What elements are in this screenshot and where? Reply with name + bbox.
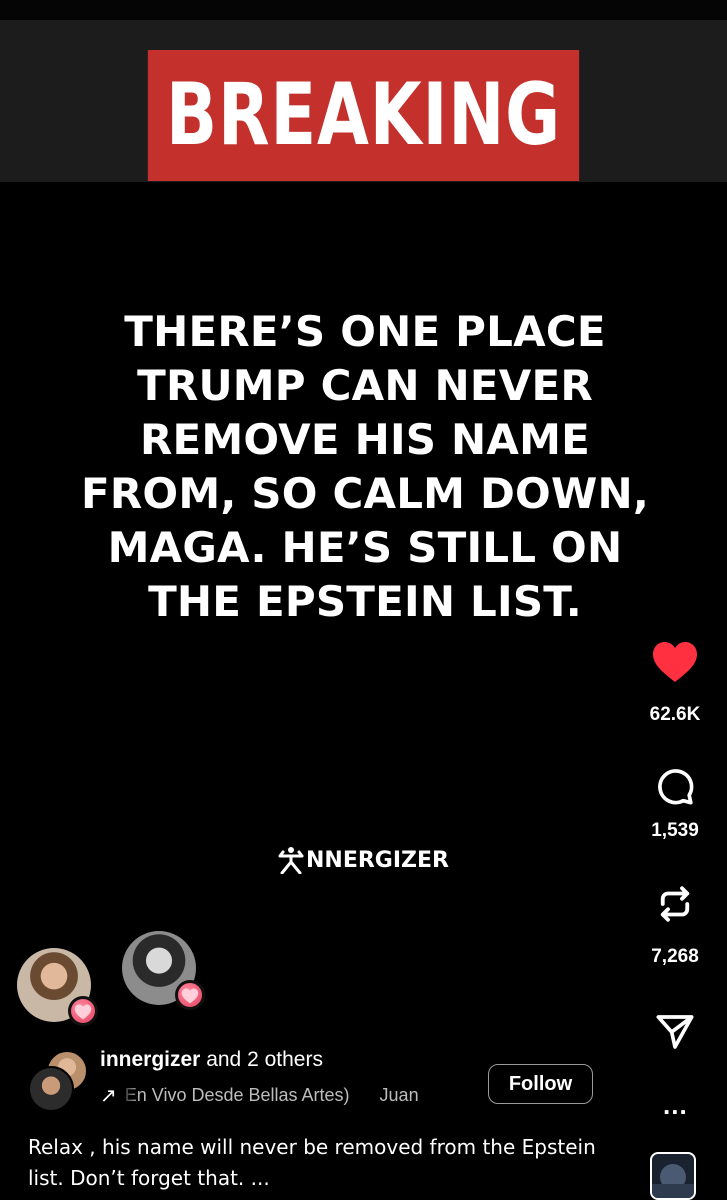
breaking-banner: BREAKING	[147, 50, 580, 181]
headline-line: FROM, SO CALM DOWN,	[81, 469, 649, 518]
audio-info[interactable]: ↗ En Vivo Desde Bellas Artes) Juan	[100, 1082, 475, 1108]
headline-line: REMOVE HIS NAME	[139, 415, 590, 464]
audio-artist[interactable]: Juan	[380, 1085, 419, 1106]
audio-fade-left	[118, 1082, 140, 1108]
headline-line: THERE’S ONE PLACE	[124, 307, 606, 356]
repost-icon[interactable]	[654, 882, 696, 926]
comment-icon[interactable]	[655, 766, 695, 806]
headline-line: MAGA. HE’S STILL ON	[107, 523, 623, 572]
comment-count: 1,539	[651, 820, 699, 841]
repost-action[interactable]: 7,268	[625, 882, 725, 968]
audio-fade-right	[448, 1082, 478, 1108]
more-options-icon[interactable]: ...	[663, 1090, 688, 1121]
repost-count: 7,268	[651, 946, 699, 967]
watermark-text: NNERGIZER	[306, 847, 449, 873]
comment-action[interactable]: 1,539	[625, 766, 725, 842]
liked-by-rest: and 2 others	[200, 1048, 323, 1071]
audio-thumbnail[interactable]	[650, 1152, 696, 1200]
post-headline: THERE’S ONE PLACE TRUMP CAN NEVER REMOVE…	[40, 305, 690, 629]
heart-badge-icon	[68, 996, 98, 1026]
status-strip	[0, 0, 727, 20]
share-action[interactable]	[625, 1012, 725, 1052]
heart-icon[interactable]	[651, 640, 699, 684]
liked-by-line[interactable]: innergizer and 2 others	[100, 1048, 323, 1072]
author-username[interactable]: innergizer	[100, 1048, 200, 1071]
headline-line: THE EPSTEIN LIST.	[148, 577, 582, 626]
heart-badge-icon	[175, 980, 205, 1010]
audio-arrow-icon: ↗	[100, 1084, 117, 1107]
innergizer-logo-icon	[278, 847, 304, 874]
headline-line: TRUMP CAN NEVER	[137, 361, 593, 410]
audio-title[interactable]: En Vivo Desde Bellas Artes)	[125, 1085, 350, 1106]
follow-button[interactable]: Follow	[488, 1064, 593, 1104]
author-avatar[interactable]	[28, 1066, 74, 1112]
like-action[interactable]: 62.6K	[625, 640, 725, 726]
like-count: 62.6K	[649, 704, 701, 725]
post-caption[interactable]: Relax , his name will never be removed f…	[28, 1132, 608, 1194]
send-icon[interactable]	[655, 1012, 695, 1052]
innergizer-watermark: NNERGIZER	[278, 845, 449, 875]
